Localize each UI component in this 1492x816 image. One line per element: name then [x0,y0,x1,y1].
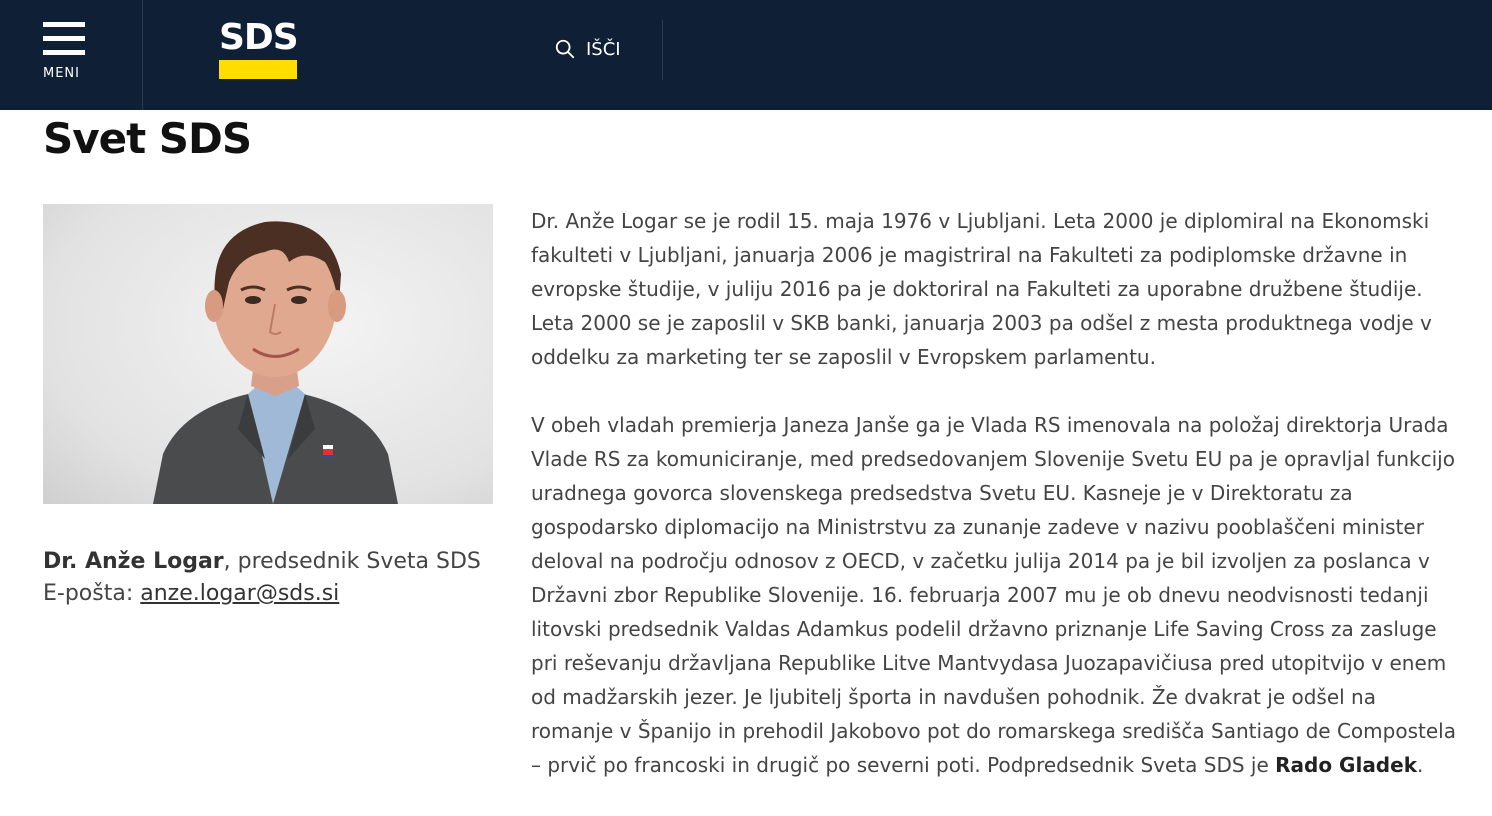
bio-paragraph-2-text: V obeh vladah premierja Janeza Janše ga … [531,413,1456,777]
site-header: MENI SDS IŠČI [0,0,1492,110]
search-label: IŠČI [586,38,621,60]
vice-president-name: Rado Gladek [1275,753,1417,777]
logo-yellow-bar [219,60,297,79]
sds-logo[interactable]: SDS [219,18,299,79]
search-button[interactable]: IŠČI [554,36,621,62]
page-title: Svet SDS [43,114,252,163]
header-divider [662,20,663,80]
bio-paragraph-2-end: . [1417,753,1424,777]
profile-name: Dr. Anže Logar [43,549,224,574]
search-icon[interactable] [554,38,576,60]
bio-paragraph-1: Dr. Anže Logar se je rodil 15. maja 1976… [531,209,1432,369]
email-label: E-pošta: [43,581,141,606]
logo-text: SDS [219,17,299,58]
portrait-illustration [153,221,398,504]
profile-caption: Dr. Anže Logar, predsednik Sveta SDS E-p… [43,546,503,610]
profile-email-line: E-pošta: anze.logar@sds.si [43,578,503,610]
biography: Dr. Anže Logar se je rodil 15. maja 1976… [531,204,1461,816]
profile-photo [43,204,493,504]
profile-name-line: Dr. Anže Logar, predsednik Sveta SDS [43,546,503,578]
menu-label: MENI [43,66,80,81]
email-link[interactable]: anze.logar@sds.si [140,581,339,606]
profile-role: , predsednik Sveta SDS [223,549,481,574]
hamburger-icon[interactable] [43,22,85,56]
bio-paragraph-2: V obeh vladah premierja Janeza Janše ga … [531,408,1461,782]
menu-button[interactable]: MENI [0,0,143,110]
